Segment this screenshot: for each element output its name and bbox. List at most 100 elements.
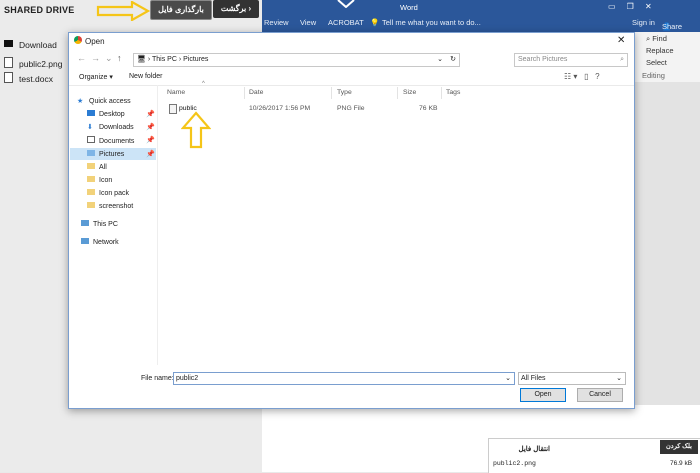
pin-icon: 📌 [146, 111, 155, 118]
tab-acrobat[interactable]: ACROBAT [328, 18, 364, 27]
search-icon: ⌕ [620, 56, 624, 63]
organize-label: Organize [79, 74, 108, 81]
nav-label: Downloads [99, 124, 134, 131]
column-header-date[interactable]: Date [249, 89, 263, 96]
refresh-icon[interactable]: ↻ [450, 54, 456, 66]
nav-icon-pack[interactable]: Icon pack [87, 189, 129, 197]
file-icon [4, 57, 13, 68]
nav-label: Desktop [99, 111, 125, 118]
back-label: برگشت [220, 4, 247, 13]
column-header-type[interactable]: Type [337, 89, 352, 96]
nav-label: This PC [93, 221, 118, 228]
share-label: Share [662, 22, 683, 31]
column-separator [397, 87, 398, 99]
new-folder-button[interactable]: New folder [129, 73, 162, 80]
organize-button[interactable]: Organize ▾ [79, 73, 113, 81]
open-button[interactable]: Open [520, 388, 566, 402]
pin-icon: 📌 [146, 151, 155, 158]
network-icon [81, 238, 89, 244]
up-arrow-icon[interactable]: ↑ [117, 53, 122, 63]
nav-documents[interactable]: Documents 📌 [87, 136, 155, 145]
chevron-down-icon[interactable]: ⌄ [505, 373, 511, 384]
nav-label: Pictures [99, 151, 125, 158]
desktop-icon [87, 110, 95, 116]
chevron-right-icon: › [248, 4, 252, 13]
chevron-down-icon[interactable]: ⌄ [105, 53, 113, 64]
forward-arrow-icon[interactable]: → [91, 53, 100, 63]
nav-label: All [99, 164, 107, 171]
nav-desktop[interactable]: Desktop 📌 [87, 110, 155, 118]
column-separator [244, 87, 245, 99]
nav-screenshot[interactable]: screenshot [87, 202, 133, 210]
chevron-down-icon[interactable]: ⌄ [437, 54, 443, 66]
nav-downloads[interactable]: ⬇ Downloads 📌 [87, 123, 155, 131]
file-row-download[interactable]: Download [4, 40, 57, 50]
search-placeholder: Search Pictures [518, 56, 568, 63]
breadcrumb-pictures[interactable]: Pictures [183, 56, 208, 63]
nav-label: Quick access [89, 98, 131, 105]
drive-title: SHARED DRIVE [4, 5, 75, 15]
editing-group-label: Editing [642, 71, 665, 80]
transfer-title: انتقال فایل [518, 446, 550, 453]
star-icon: ★ [77, 98, 84, 105]
file-date: 10/26/2017 1:56 PM [249, 105, 311, 112]
pin-icon: 📌 [146, 137, 155, 144]
nav-label: screenshot [99, 203, 134, 210]
folder-icon [87, 189, 95, 195]
column-header-tags[interactable]: Tags [446, 89, 460, 96]
back-button[interactable]: برگشت › [213, 0, 259, 18]
address-bar[interactable]: 🖥 › This PC › Pictures ⌄ ↻ [133, 53, 460, 67]
file-size: 76 KB [419, 105, 438, 112]
transfer-file-name: public2.png [493, 460, 536, 467]
back-arrow-icon[interactable]: ← [77, 53, 86, 63]
select-button[interactable]: Select [646, 58, 667, 67]
dialog-title: Open [85, 37, 105, 46]
folder-icon [87, 202, 95, 208]
pin-icon: 📌 [146, 124, 155, 131]
nav-this-pc[interactable]: This PC [81, 220, 118, 228]
find-label: Find [652, 34, 667, 43]
nav-label: Icon [99, 177, 113, 184]
nav-icon[interactable]: Icon [87, 176, 112, 184]
nav-label: Icon pack [99, 190, 129, 197]
nav-quick-access[interactable]: ★ Quick access [77, 97, 131, 105]
yellow-arrow-right-icon [96, 1, 150, 21]
lightbulb-icon: 💡 [370, 18, 380, 27]
file-type-select[interactable]: All Files ⌄ [518, 372, 626, 385]
open-dialog: Open ✕ ← → ⌄ ↑ 🖥 › This PC › Pictures ⌄ … [68, 32, 635, 409]
breadcrumb-this-pc[interactable]: This PC [152, 56, 177, 63]
word-menu-bar: Review View ACROBAT 💡 Tell me what you w… [262, 14, 700, 32]
pc-icon [81, 220, 89, 226]
view-options-icon[interactable]: ☷ ▾ ▯ ? [564, 72, 600, 81]
chevron-down-icon: ▾ [109, 74, 113, 81]
window-controls[interactable]: ▭ ❐ ✕ [608, 2, 652, 11]
column-separator [331, 87, 332, 99]
file-row-public2[interactable]: public2.png [4, 57, 62, 69]
cancel-transfer-button[interactable]: بلک کردن [660, 440, 698, 454]
column-header-size[interactable]: Size [403, 89, 416, 96]
replace-button[interactable]: Replace [646, 46, 674, 55]
transfer-file-size: 76.9 kB [670, 460, 693, 467]
tab-review[interactable]: Review [264, 18, 289, 27]
cancel-button[interactable]: Cancel [577, 388, 623, 402]
search-input[interactable]: Search Pictures ⌕ [514, 53, 628, 67]
tell-me-input[interactable]: Tell me what you want to do... [382, 18, 481, 27]
nav-all[interactable]: All [87, 163, 107, 171]
column-separator [441, 87, 442, 99]
close-icon[interactable]: ✕ [617, 35, 625, 46]
file-row-test[interactable]: test.docx [4, 72, 53, 84]
tab-view[interactable]: View [300, 18, 316, 27]
nav-network[interactable]: Network [81, 238, 119, 246]
file-name-input[interactable]: public2 ⌄ [173, 372, 515, 385]
download-icon: ⬇ [87, 124, 93, 131]
folder-icon [87, 176, 95, 182]
column-header-name[interactable]: Name [167, 89, 185, 96]
upload-file-button[interactable]: بارگذاری فایل [150, 0, 212, 20]
find-button[interactable]: ⌕ Find [646, 34, 667, 44]
nav-pictures[interactable]: Pictures 📌 [87, 150, 155, 158]
pictures-icon [87, 150, 95, 156]
sign-in-link[interactable]: Sign in [632, 18, 655, 27]
file-name: test.docx [19, 74, 54, 84]
chevron-down-icon[interactable] [337, 0, 355, 8]
file-name: public2.png [19, 59, 63, 69]
